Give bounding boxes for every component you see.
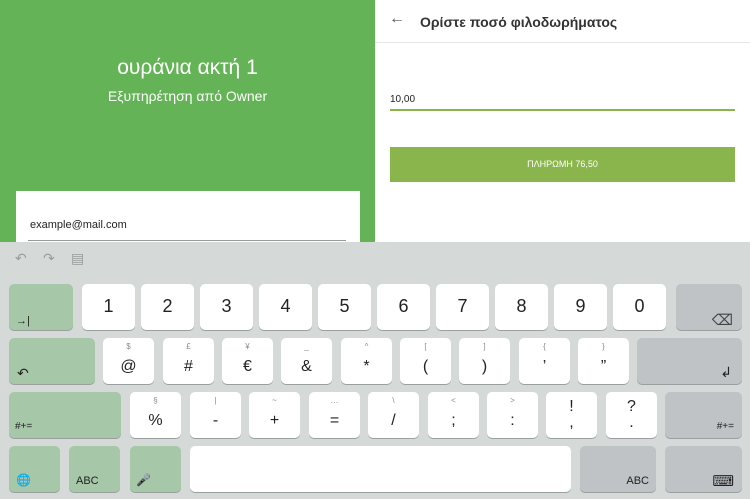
key-ampersand[interactable]: _ & [281, 338, 332, 384]
key-7[interactable]: 7 [436, 284, 489, 330]
enter-icon: ↲ [720, 364, 732, 380]
key-semicolon[interactable]: <; [428, 392, 479, 438]
key-6[interactable]: 6 [377, 284, 430, 330]
page-title: Ορίστε ποσό φιλοδωρήματος [420, 14, 618, 30]
symbols-key-left[interactable]: #+= [9, 392, 121, 438]
pay-button[interactable]: ΠΛΗΡΩΜΗ 76,50 [390, 147, 735, 182]
backspace-icon: ⌫ [711, 312, 733, 329]
abc-key-right[interactable]: ABC [580, 446, 656, 492]
key-apostrophe[interactable]: {’ [519, 338, 570, 384]
paste-icon[interactable]: ▤ [71, 250, 84, 267]
key-0[interactable]: 0 [613, 284, 666, 330]
key-percent[interactable]: §% [130, 392, 181, 438]
symbols-key-right[interactable]: #+= [665, 392, 742, 438]
enter-key[interactable]: ↲ [637, 338, 742, 384]
key-2[interactable]: 2 [141, 284, 194, 330]
backspace-key[interactable]: ⌫ [676, 284, 742, 330]
back-arrow-icon[interactable]: ← [389, 10, 405, 28]
key-1[interactable]: 1 [82, 284, 135, 330]
key-close-paren[interactable]: ]) [459, 338, 510, 384]
key-colon[interactable]: >: [487, 392, 538, 438]
tip-header: ← Ορίστε ποσό φιλοδωρήματος [375, 0, 750, 43]
key-open-paren[interactable]: [( [400, 338, 451, 384]
redo-icon[interactable]: ↷ [43, 250, 55, 267]
key-euro[interactable]: ¥ € [222, 338, 273, 384]
key-plus[interactable]: ~ + [249, 392, 300, 438]
key-4[interactable]: 4 [259, 284, 312, 330]
service-type: Εξυπηρέτηση από Owner [107, 88, 268, 104]
key-slash[interactable]: \ / [368, 392, 419, 438]
tab-key[interactable]: →| [9, 284, 73, 330]
key-at[interactable]: $ @ [103, 338, 154, 384]
mic-key[interactable]: 🎤 [130, 446, 181, 492]
key-minus[interactable]: | - [190, 392, 241, 438]
key-question[interactable]: ? . [606, 392, 657, 438]
space-key[interactable] [190, 446, 571, 492]
hide-keyboard-key[interactable]: ⌨ [665, 446, 742, 492]
email-underline [28, 240, 346, 241]
key-equals[interactable]: … = [309, 392, 360, 438]
keyboard-hide-icon: ⌨ [712, 473, 734, 490]
key-exclamation[interactable]: ! , [546, 392, 597, 438]
key-hash[interactable]: £ # [163, 338, 214, 384]
key-3[interactable]: 3 [200, 284, 253, 330]
microphone-icon: 🎤 [136, 473, 151, 487]
abc-key-left[interactable]: ABC [69, 446, 120, 492]
undo-key-icon: ↶ [17, 365, 29, 381]
tip-panel: ← Ορίστε ποσό φιλοδωρήματος 10,00 ΠΛΗΡΩΜ… [375, 0, 750, 242]
on-screen-keyboard: ↶ ↷ ▤ →| 1 2 3 4 5 6 7 8 9 0 ⌫ ↶ $ @ £ # ¥… [0, 242, 750, 499]
undo-icon[interactable]: ↶ [15, 250, 27, 267]
key-5[interactable]: 5 [318, 284, 371, 330]
venue-name: ουράνια ακτή 1 [117, 56, 258, 79]
tab-icon: →| [16, 315, 30, 327]
key-8[interactable]: 8 [495, 284, 548, 330]
globe-icon: 🌐 [16, 473, 31, 487]
key-quote[interactable]: }” [578, 338, 629, 384]
key-asterisk[interactable]: ^ * [341, 338, 392, 384]
key-9[interactable]: 9 [554, 284, 607, 330]
language-key[interactable]: 🌐 [9, 446, 60, 492]
tip-amount-underline [390, 109, 735, 111]
venue-panel: ουράνια ακτή 1 Εξυπηρέτηση από Owner exa… [0, 0, 375, 251]
undo-key[interactable]: ↶ [9, 338, 95, 384]
email-input[interactable]: example@mail.com [30, 219, 127, 231]
tip-amount-input[interactable]: 10,00 [390, 94, 415, 105]
